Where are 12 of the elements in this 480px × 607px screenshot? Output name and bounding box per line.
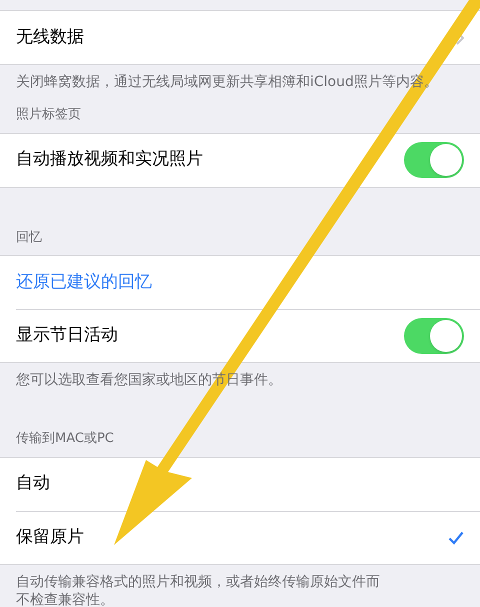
action-link[interactable]: 还原已建议的回忆 (16, 270, 152, 296)
row-label: 显示节日活动 (16, 324, 118, 348)
toggle-switch[interactable] (404, 318, 464, 354)
toggle-switch[interactable] (404, 142, 464, 178)
section-header: 回忆 (15, 228, 43, 246)
row-label: 自动 (16, 472, 50, 496)
section-header: 传输到MAC或PC (15, 430, 115, 448)
row-label: 保留原片 (16, 526, 84, 549)
row-label: 自动播放视频和实况照片 (16, 148, 203, 172)
section-header: 照片标签页 (15, 106, 82, 124)
section-footer: 自动传输兼容格式的照片和视频，或者始终传输原始文件而不检查兼容性。 (0, 564, 400, 607)
row-label: 无线数据 (16, 26, 84, 49)
